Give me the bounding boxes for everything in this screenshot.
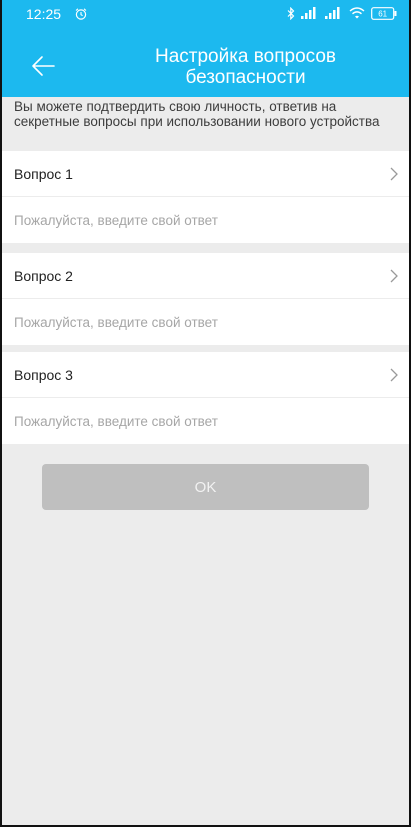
chevron-right-icon bbox=[390, 269, 398, 283]
answer-3-input[interactable] bbox=[2, 398, 409, 444]
info-text: Вы можете подтвердить свою личность, отв… bbox=[14, 99, 380, 129]
status-icons: 61 bbox=[287, 6, 397, 20]
back-arrow-icon[interactable] bbox=[30, 53, 56, 79]
bluetooth-icon bbox=[287, 6, 295, 20]
question-2-selector[interactable]: Вопрос 2 bbox=[2, 253, 409, 299]
chevron-right-icon bbox=[390, 167, 398, 181]
signal-icon bbox=[301, 7, 316, 19]
page-title: Настройка вопросов безопасности bbox=[154, 46, 337, 88]
question-section-1: Вопрос 1 bbox=[2, 151, 409, 243]
question-1-label: Вопрос 1 bbox=[14, 166, 73, 182]
ok-button[interactable]: OK bbox=[42, 464, 369, 510]
alarm-icon bbox=[75, 8, 87, 20]
question-section-2: Вопрос 2 bbox=[2, 253, 409, 345]
question-3-selector[interactable]: Вопрос 3 bbox=[2, 352, 409, 398]
info-section: Вы можете подтвердить свою личность, отв… bbox=[2, 97, 409, 151]
screen: 12:25 61 Настройка вопросов безопасности… bbox=[0, 0, 411, 827]
question-section-3: Вопрос 3 bbox=[2, 352, 409, 444]
answer-1-input[interactable] bbox=[2, 197, 409, 243]
wifi-icon bbox=[349, 7, 365, 19]
battery-icon: 61 bbox=[371, 6, 397, 20]
answer-2-input[interactable] bbox=[2, 299, 409, 345]
signal-icon-2 bbox=[325, 7, 340, 19]
status-time: 12:25 bbox=[26, 6, 62, 22]
question-2-label: Вопрос 2 bbox=[14, 268, 73, 284]
chevron-right-icon bbox=[390, 368, 398, 382]
app-header: 12:25 61 Настройка вопросов безопасности bbox=[2, 0, 409, 97]
question-3-label: Вопрос 3 bbox=[14, 367, 73, 383]
question-1-selector[interactable]: Вопрос 1 bbox=[2, 151, 409, 197]
battery-level: 61 bbox=[378, 9, 387, 18]
status-bar: 12:25 61 bbox=[2, 0, 409, 28]
